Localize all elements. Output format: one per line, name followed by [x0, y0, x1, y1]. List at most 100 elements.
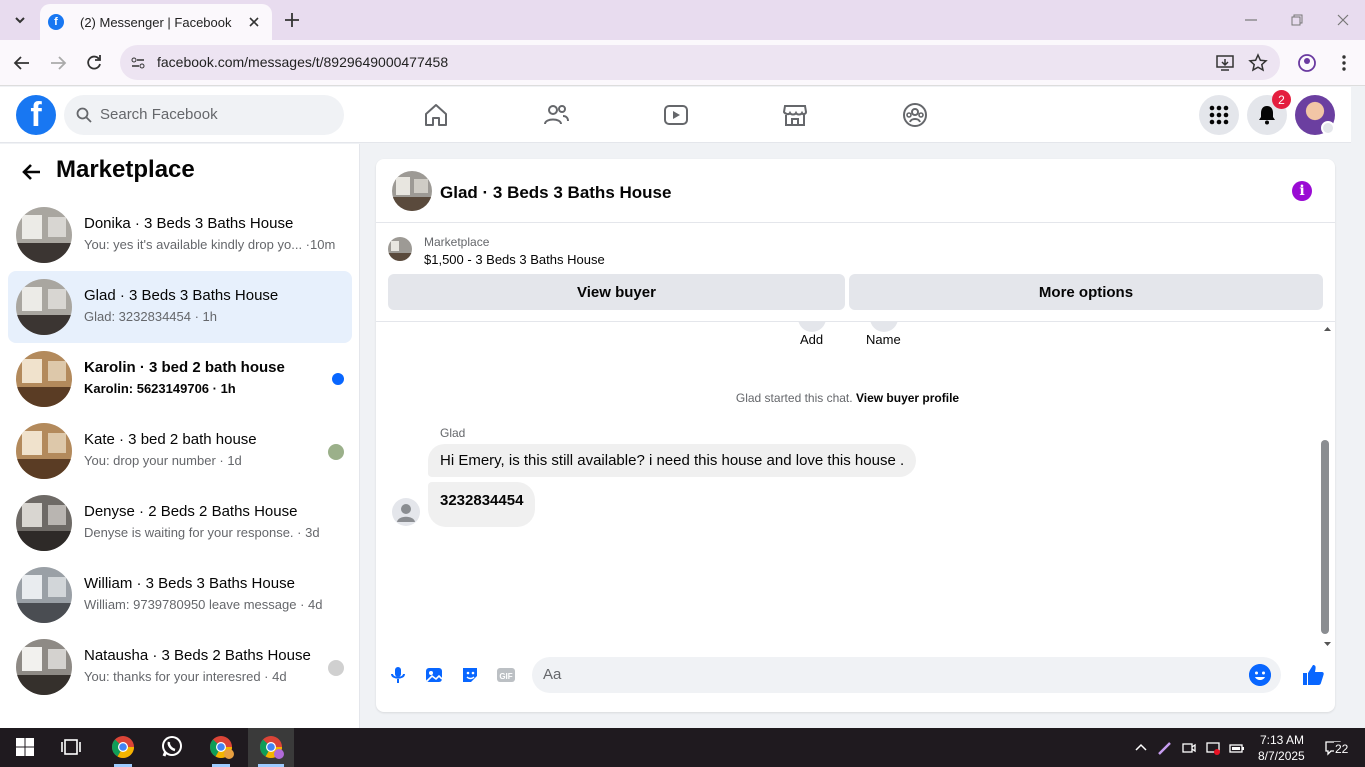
forward-icon[interactable]	[48, 53, 68, 73]
conversation-preview: Karolin: 5623149706 · 1h	[84, 381, 236, 396]
url-text[interactable]: facebook.com/messages/t/8929649000477458	[157, 54, 448, 70]
microphone-icon[interactable]	[388, 665, 408, 685]
listing-thumbnail	[16, 423, 72, 479]
notification-badge: 2	[1272, 90, 1291, 109]
install-app-icon[interactable]	[1215, 53, 1235, 73]
view-buyer-profile-link[interactable]: View buyer profile	[856, 391, 959, 405]
conversation-title: Karolin · 3 bed 2 bath house	[84, 359, 285, 376]
info-icon[interactable]: i	[1292, 181, 1312, 201]
more-options-button[interactable]: More options	[849, 274, 1323, 310]
task-view-icon[interactable]	[58, 734, 84, 760]
listing-thumbnail	[388, 237, 412, 261]
marketplace-chats-panel: Marketplace Donika · 3 Beds 3 Baths Hous…	[0, 144, 360, 728]
seen-avatar-icon	[328, 660, 344, 676]
back-arrow-icon[interactable]	[20, 160, 44, 184]
conversation-item[interactable]: Denyse · 2 Beds 2 Baths House Denyse is w…	[8, 487, 352, 559]
listing-thumbnail	[16, 279, 72, 335]
photo-icon[interactable]	[424, 665, 444, 685]
battery-icon[interactable]	[1229, 740, 1245, 756]
conversation-item[interactable]: William · 3 Beds 3 Baths House William: 9…	[8, 559, 352, 631]
facebook-favicon-icon: f	[48, 14, 64, 30]
account-caret-icon[interactable]	[1321, 121, 1335, 135]
gif-icon[interactable]: GIF	[496, 665, 516, 685]
conversation-preview: You: yes it's available kindly drop yo..…	[84, 237, 336, 252]
message-input[interactable]: Aa	[532, 657, 1281, 693]
close-window-icon[interactable]	[1335, 12, 1351, 28]
profile-icon[interactable]	[1297, 53, 1317, 73]
meet-now-icon[interactable]	[1181, 740, 1197, 756]
new-tab-icon[interactable]	[282, 10, 302, 30]
network-icon[interactable]	[1205, 740, 1221, 756]
whatsapp-icon[interactable]	[159, 734, 185, 760]
facebook-logo-icon[interactable]: f	[16, 95, 56, 135]
groups-icon[interactable]	[901, 101, 929, 129]
tab-list-button[interactable]	[8, 8, 32, 32]
started-text: Glad started this chat.	[735, 391, 853, 405]
conversation-item[interactable]: Donika · 3 Beds 3 Baths House You: yes it…	[8, 199, 352, 271]
site-settings-icon[interactable]	[130, 55, 146, 71]
address-bar-row: facebook.com/messages/t/8929649000477458	[0, 40, 1365, 86]
windows-taskbar: 7:13 AM 8/7/2025 22	[0, 728, 1365, 767]
sender-name: Glad	[440, 426, 466, 440]
back-icon[interactable]	[12, 53, 32, 73]
page-scrollbar[interactable]	[1351, 87, 1365, 727]
restore-icon[interactable]	[1289, 12, 1305, 28]
seen-avatar-icon	[328, 444, 344, 460]
search-icon	[76, 107, 92, 123]
close-tab-icon[interactable]	[246, 14, 262, 30]
sender-avatar[interactable]	[392, 498, 420, 526]
conversation-item[interactable]: Karolin · 3 bed 2 bath house Karolin: 562…	[8, 343, 352, 415]
system-clock[interactable]: 7:13 AM 8/7/2025	[1258, 732, 1305, 764]
action-center-button[interactable]: 22	[1323, 737, 1351, 759]
thumbs-up-icon[interactable]	[1301, 663, 1325, 687]
conversation-preview: You: drop your number · 1d	[84, 453, 242, 468]
marketplace-icon[interactable]	[781, 101, 809, 129]
bookmark-star-icon[interactable]	[1248, 53, 1268, 73]
conversation-title: Natausha · 3 Beds 2 Baths House	[84, 647, 311, 664]
tray-overflow-icon[interactable]	[1133, 740, 1149, 756]
browser-menu-icon[interactable]	[1334, 53, 1354, 73]
conversation-item[interactable]: Glad · 3 Beds 3 Baths House Glad: 3232834…	[8, 271, 352, 343]
notification-count: 22	[1334, 742, 1350, 756]
chat-listing-thumbnail[interactable]	[392, 171, 432, 211]
name-button[interactable]	[870, 322, 898, 332]
panel-title: Marketplace	[56, 156, 195, 183]
home-icon[interactable]	[422, 101, 450, 129]
message-composer: GIF Aa	[376, 651, 1335, 712]
active-taskbar-item[interactable]	[248, 728, 294, 767]
listing-thumbnail	[16, 567, 72, 623]
listing-label: Marketplace	[424, 235, 490, 249]
conversation-preview: You: thanks for your interesred · 4d	[84, 669, 287, 684]
minimize-icon[interactable]	[1243, 12, 1259, 28]
conversation-item[interactable]: Kate · 3 bed 2 bath house You: drop your …	[8, 415, 352, 487]
video-icon[interactable]	[662, 101, 690, 129]
conversation-item[interactable]: Natausha · 3 Beds 2 Baths House You: than…	[8, 631, 352, 703]
search-facebook-field[interactable]: Search Facebook	[64, 95, 344, 135]
menu-grid-button[interactable]	[1199, 95, 1239, 135]
conversation-title: Donika · 3 Beds 3 Baths House	[84, 215, 294, 232]
tab-title: (2) Messenger | Facebook	[80, 14, 232, 30]
add-label: Add	[800, 332, 824, 347]
sticker-icon[interactable]	[460, 665, 480, 685]
reload-icon[interactable]	[84, 53, 104, 73]
chat-header: Glad · 3 Beds 3 Baths House i	[376, 159, 1335, 223]
thread-scroll-thumb[interactable]	[1321, 440, 1329, 634]
view-buyer-button[interactable]: View buyer	[388, 274, 845, 310]
clock-time: 7:13 AM	[1259, 733, 1304, 747]
windows-start-icon[interactable]	[12, 734, 38, 760]
pen-tray-icon[interactable]	[1157, 740, 1173, 756]
friends-icon[interactable]	[542, 101, 570, 129]
chrome-icon[interactable]	[110, 734, 136, 760]
search-placeholder: Search Facebook	[100, 106, 218, 123]
listing-thumbnail	[16, 207, 72, 263]
chrome-profile-icon[interactable]	[208, 734, 234, 760]
emoji-icon[interactable]	[1249, 664, 1271, 686]
omnibox[interactable]: facebook.com/messages/t/8929649000477458	[120, 45, 1280, 80]
listing-summary[interactable]: Marketplace $1,500 - 3 Beds 3 Baths Hous…	[388, 235, 1323, 275]
browser-tab[interactable]: f (2) Messenger | Facebook	[40, 4, 272, 40]
message-bubble[interactable]: Hi Emery, is this still available? i nee…	[428, 444, 917, 477]
listing-thumbnail	[16, 351, 72, 407]
chat-title[interactable]: Glad · 3 Beds 3 Baths House	[440, 183, 671, 203]
message-bubble[interactable]: 3232834454	[428, 482, 536, 527]
add-contact-button[interactable]	[798, 322, 826, 332]
